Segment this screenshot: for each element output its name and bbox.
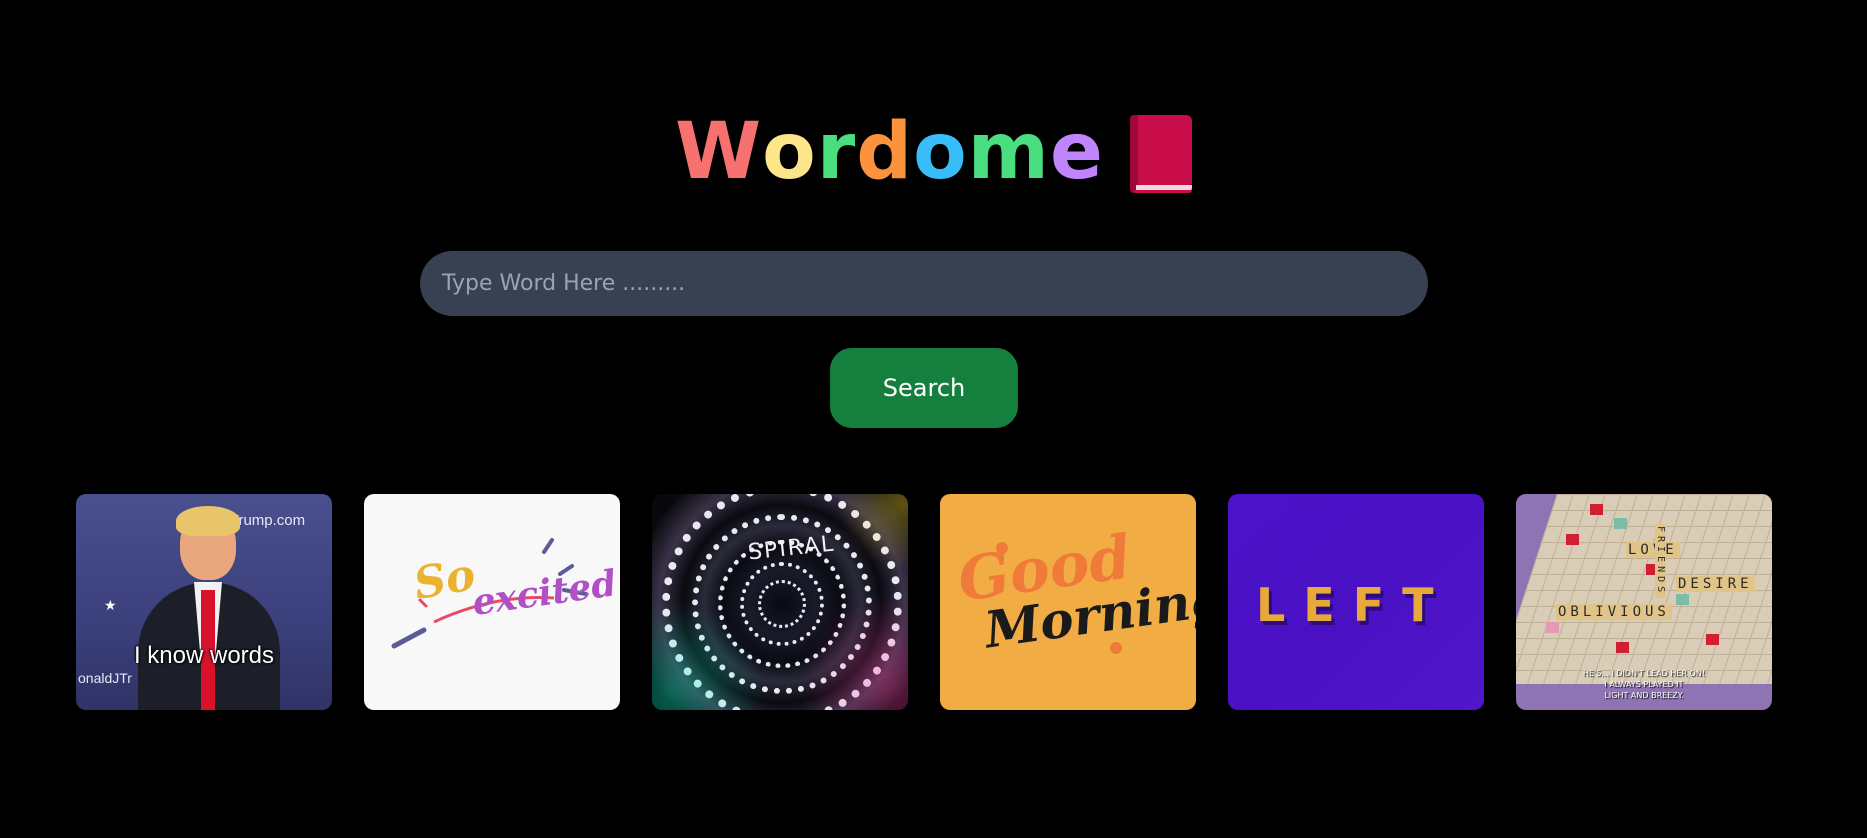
speaker-hair (176, 506, 240, 536)
title-letter-e: e (1049, 107, 1104, 197)
tile-word-friends: FRIENDS (1655, 524, 1666, 599)
tile-word-love: LOVE (1626, 542, 1680, 558)
title-row: W o r d o m e (0, 104, 1867, 200)
gif-caption: I know words (133, 642, 275, 669)
board-square (1546, 622, 1559, 633)
gif-tile-so-excited[interactable]: So excited (364, 494, 620, 710)
gif-tile-spiral[interactable]: SPIRAL (652, 494, 908, 710)
gif-text-so: So (410, 549, 480, 610)
board-square (1614, 518, 1627, 529)
caption-line: I ALWAYS PLAYED IT (1604, 680, 1684, 689)
gif-tile-scrabble[interactable]: LOVE FRIENDS DESIRE OBLIVIOUS HE'S... I … (1516, 494, 1772, 710)
tile-word-oblivious: OBLIVIOUS (1556, 604, 1672, 620)
board-square (1616, 642, 1629, 653)
board-square (1706, 634, 1719, 645)
title-letter-o2: o (913, 107, 968, 197)
gif-tile-left[interactable]: LEFT (1228, 494, 1484, 710)
title-letter-o: o (762, 107, 817, 197)
board-square (1566, 534, 1579, 545)
gif-gallery: naldJTrump.com ★★ onaldJTr I know words … (76, 494, 1772, 710)
gif-tile-good-morning[interactable]: Good Morning (940, 494, 1196, 710)
gif-text-left: LEFT (1256, 578, 1452, 632)
title-letter-d: d (856, 107, 914, 197)
title-letter-r: r (816, 107, 857, 197)
sun-icon (996, 542, 1008, 554)
board-square (1676, 594, 1689, 605)
search-input[interactable] (420, 251, 1428, 316)
caption-line: LIGHT AND BREEZY. (1604, 691, 1684, 700)
gif-tile-i-know-words[interactable]: naldJTrump.com ★★ onaldJTr I know words (76, 494, 332, 710)
board-square (1590, 504, 1603, 515)
search-button[interactable]: Search (830, 348, 1018, 428)
closed-book-icon (1129, 115, 1192, 193)
app-title: W o r d o m e (675, 113, 1104, 191)
page: W o r d o m e Search naldJTrump.com ★★ o… (0, 0, 1867, 838)
gif-watermark-bottom: onaldJTr (78, 670, 132, 686)
spiral-glow (652, 494, 908, 710)
title-letter-m: m (967, 107, 1050, 197)
tile-word-desire: DESIRE (1676, 576, 1755, 592)
caption-line: HE'S... I DIDN'T LEAD HER ON! (1582, 669, 1706, 678)
title-letter-w: W (675, 107, 763, 197)
sun-icon (1110, 642, 1122, 654)
gif-caption: HE'S... I DIDN'T LEAD HER ON! I ALWAYS P… (1516, 668, 1772, 701)
